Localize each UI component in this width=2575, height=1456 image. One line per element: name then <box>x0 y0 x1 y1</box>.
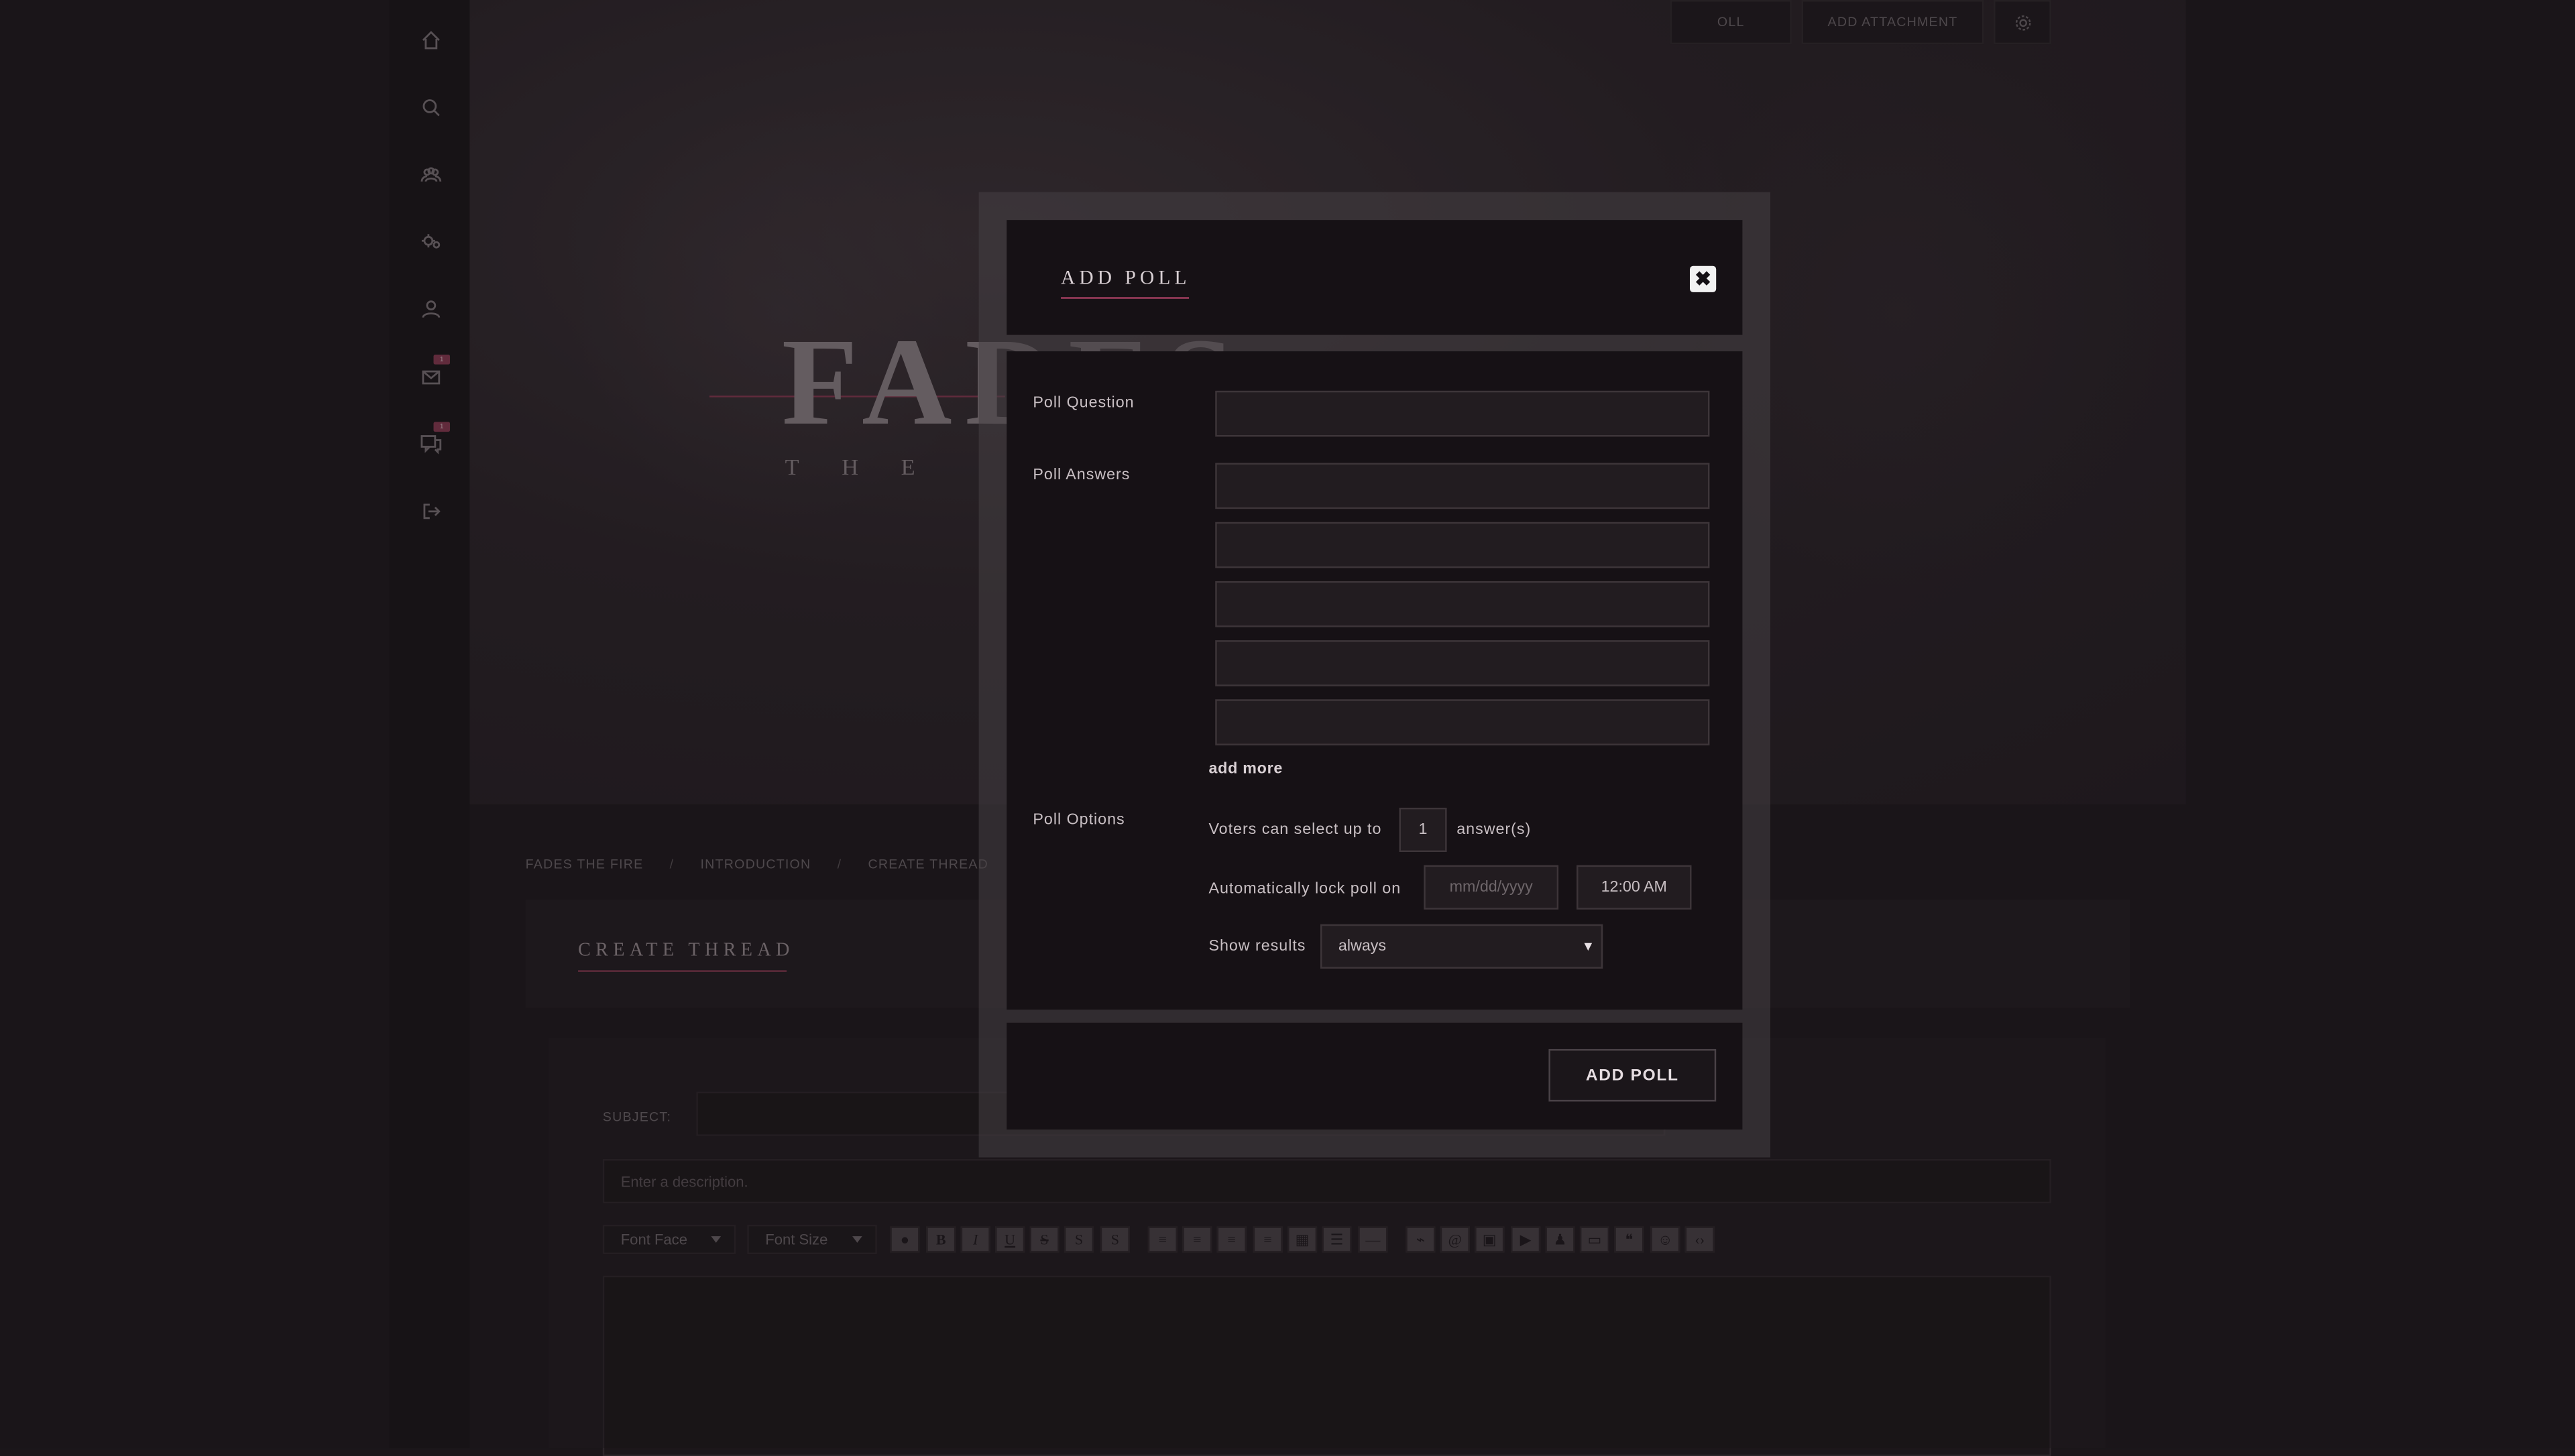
close-icon: ✖ <box>1695 267 1711 291</box>
page: 1 1 FADES THE FADES THE FIRE / INTRODUCT… <box>0 0 2575 1456</box>
show-results-label: Show results <box>1208 937 1306 956</box>
poll-question-label: Poll Question <box>1033 393 1135 412</box>
max-answers-input[interactable]: 1 <box>1399 807 1447 853</box>
lock-date-input[interactable]: mm/dd/yyyy <box>1424 865 1559 910</box>
poll-answer-input[interactable] <box>1215 463 1710 509</box>
voters-suffix: answer(s) <box>1456 821 1532 839</box>
lock-poll-label: Automatically lock poll on <box>1208 879 1401 898</box>
poll-options-label: Poll Options <box>1033 810 1125 829</box>
poll-answer-input[interactable] <box>1215 640 1710 686</box>
show-results-select[interactable]: always ▼ <box>1320 924 1603 969</box>
poll-answers-label: Poll Answers <box>1033 466 1131 485</box>
voters-prefix: Voters can select up to <box>1208 821 1382 839</box>
poll-answer-input[interactable] <box>1215 699 1710 745</box>
poll-answer-input[interactable] <box>1215 522 1710 568</box>
close-button[interactable]: ✖ <box>1690 265 1717 292</box>
add-more-link[interactable]: add more <box>1208 760 1283 778</box>
modal-title-underline <box>1061 297 1190 299</box>
show-results-value: always <box>1338 937 1387 956</box>
modal-title: ADD POLL <box>1061 265 1191 290</box>
add-poll-button[interactable]: ADD POLL <box>1548 1048 1717 1102</box>
lock-time-input[interactable]: 12:00 AM <box>1577 865 1692 910</box>
chevron-down-icon: ▼ <box>1581 938 1595 954</box>
poll-answer-input[interactable] <box>1215 581 1710 627</box>
poll-question-input[interactable] <box>1215 390 1710 437</box>
